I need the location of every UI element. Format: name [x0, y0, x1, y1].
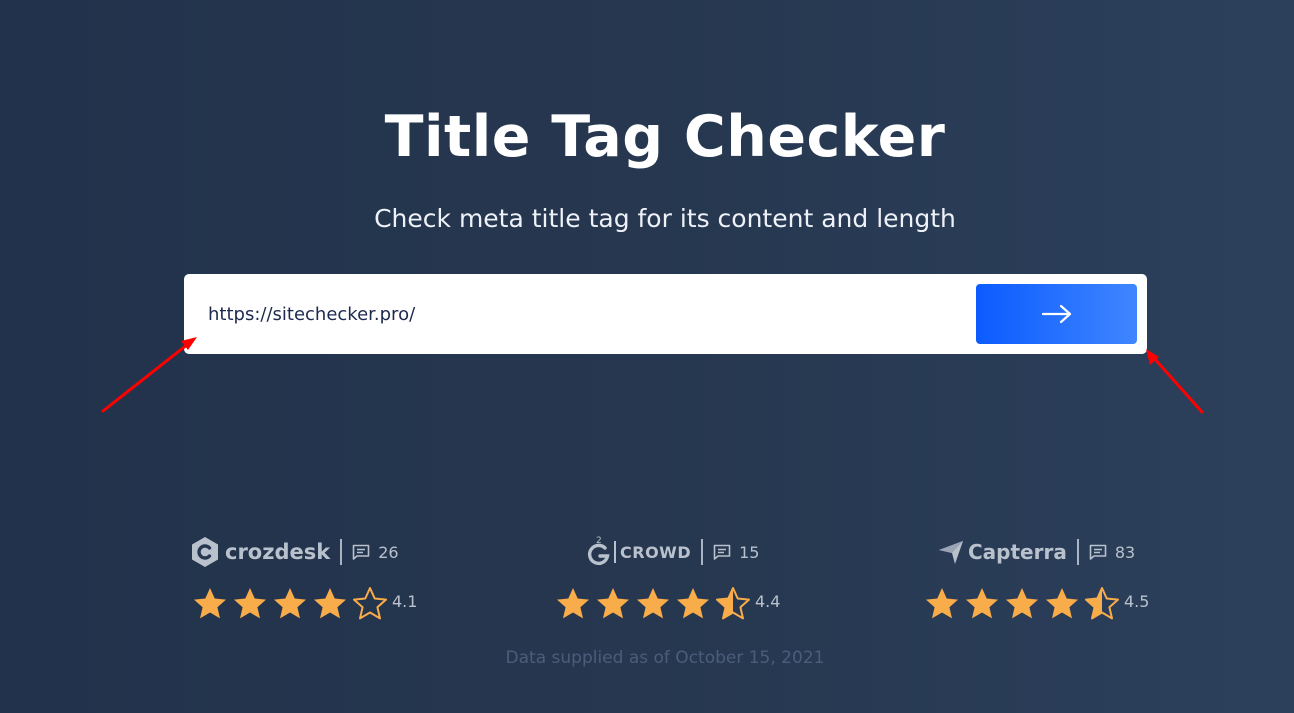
page-title: Title Tag Checker: [384, 104, 946, 170]
review-count: 83: [1114, 542, 1136, 562]
rating-value: 4.4: [755, 591, 781, 611]
star-full-icon: [314, 588, 346, 619]
g2-brand-name: CROWD: [620, 542, 692, 562]
star-full-icon: [597, 588, 629, 619]
star-full-icon: [194, 588, 226, 619]
capterra-icon: [939, 541, 963, 564]
divider: [1076, 539, 1079, 565]
annotation-arrow-right-shape: [1146, 349, 1204, 414]
g2-prefix: 2: [596, 536, 602, 546]
page-subtitle: Check meta title tag for its content and…: [374, 204, 956, 233]
rating-value: 4.5: [1124, 591, 1150, 611]
data-supplied-note: Data supplied as of October 15, 2021: [505, 648, 825, 668]
divider: [701, 539, 704, 565]
check-submit-button[interactable]: [976, 284, 1137, 344]
divider: [340, 539, 343, 565]
comment-icon: [1089, 544, 1107, 560]
star-full-icon: [274, 588, 306, 619]
arrow-right-icon: [1041, 304, 1071, 324]
star-rating: 4.1: [190, 586, 417, 620]
comment-icon: [713, 544, 731, 560]
g2-logo-divider: [614, 541, 616, 563]
capterra-logo[interactable]: Capterra: [937, 538, 1067, 566]
star-full-icon: [926, 588, 958, 619]
comment-icon: [352, 544, 370, 560]
star-full-icon: [557, 588, 589, 619]
url-search-form: [184, 274, 1147, 354]
star-rating: 4.5: [922, 586, 1149, 620]
star-full-icon: [1046, 588, 1078, 619]
annotation-arrow-left-shape: [101, 337, 197, 413]
capterra-brand-name: Capterra: [968, 540, 1067, 564]
rating-value: 4.1: [392, 591, 418, 611]
url-input[interactable]: [208, 294, 948, 334]
star-rating: 4.4: [553, 586, 780, 620]
star-full-icon: [637, 588, 669, 619]
review-count: 15: [739, 542, 760, 562]
crozdesk-logo[interactable]: crozdesk: [190, 536, 330, 568]
star-full-icon: [234, 588, 266, 619]
review-count: 26: [378, 542, 399, 562]
star-half-icon: [1085, 587, 1119, 620]
star-full-icon: [1006, 588, 1038, 619]
star-empty-icon: [353, 587, 387, 620]
star-half-icon: [716, 587, 750, 620]
star-full-icon: [677, 588, 709, 619]
star-full-icon: [966, 588, 998, 619]
g2-crowd-logo[interactable]: 2 CROWD: [585, 536, 691, 568]
crozdesk-icon: [192, 537, 218, 567]
crozdesk-brand-name: crozdesk: [225, 540, 331, 564]
